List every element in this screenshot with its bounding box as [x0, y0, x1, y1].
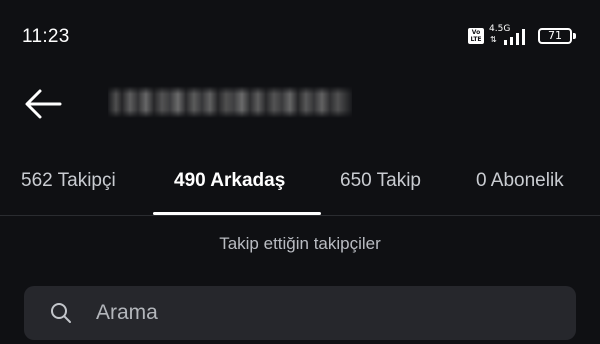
search-box[interactable] — [24, 286, 576, 340]
search-input[interactable] — [96, 294, 556, 332]
tab-following-label: 650 Takip — [340, 170, 421, 191]
tab-followers[interactable]: 562 Takipçi — [0, 150, 150, 216]
search-icon — [51, 303, 71, 323]
battery-icon: 71 — [538, 28, 572, 44]
tabs-divider — [0, 215, 600, 216]
tab-followers-label: 562 Takipçi — [21, 170, 116, 191]
volte-label-bottom: LTE — [470, 36, 482, 43]
username-redacted — [108, 86, 352, 118]
battery-nub — [573, 33, 576, 39]
battery-level: 71 — [548, 29, 562, 42]
tab-subscriptions[interactable]: 0 Abonelik — [460, 150, 600, 216]
arrow-left-icon — [25, 89, 62, 119]
profile-header — [0, 72, 600, 136]
status-time: 11:23 — [22, 26, 70, 47]
section-description: Takip ettiğin takipçiler — [219, 234, 381, 253]
status-bar: 11:23 Vo LTE 4.5G ⇅ 71 — [0, 0, 600, 72]
volte-label-top: Vo — [471, 29, 481, 36]
tab-subscriptions-label: 0 Abonelik — [476, 170, 564, 191]
volte-icon: Vo LTE — [468, 28, 484, 44]
tab-friends[interactable]: 490 Arkadaş — [150, 150, 322, 216]
connections-tabs: 562 Takipçi 490 Arkadaş 650 Takip 0 Abon… — [0, 150, 600, 216]
signal-strength-icon — [504, 29, 525, 45]
data-activity-icon: ⇅ — [490, 35, 497, 44]
back-button[interactable] — [20, 82, 68, 126]
tab-following[interactable]: 650 Takip — [322, 150, 460, 216]
tab-friends-label: 490 Arkadaş — [174, 170, 286, 191]
